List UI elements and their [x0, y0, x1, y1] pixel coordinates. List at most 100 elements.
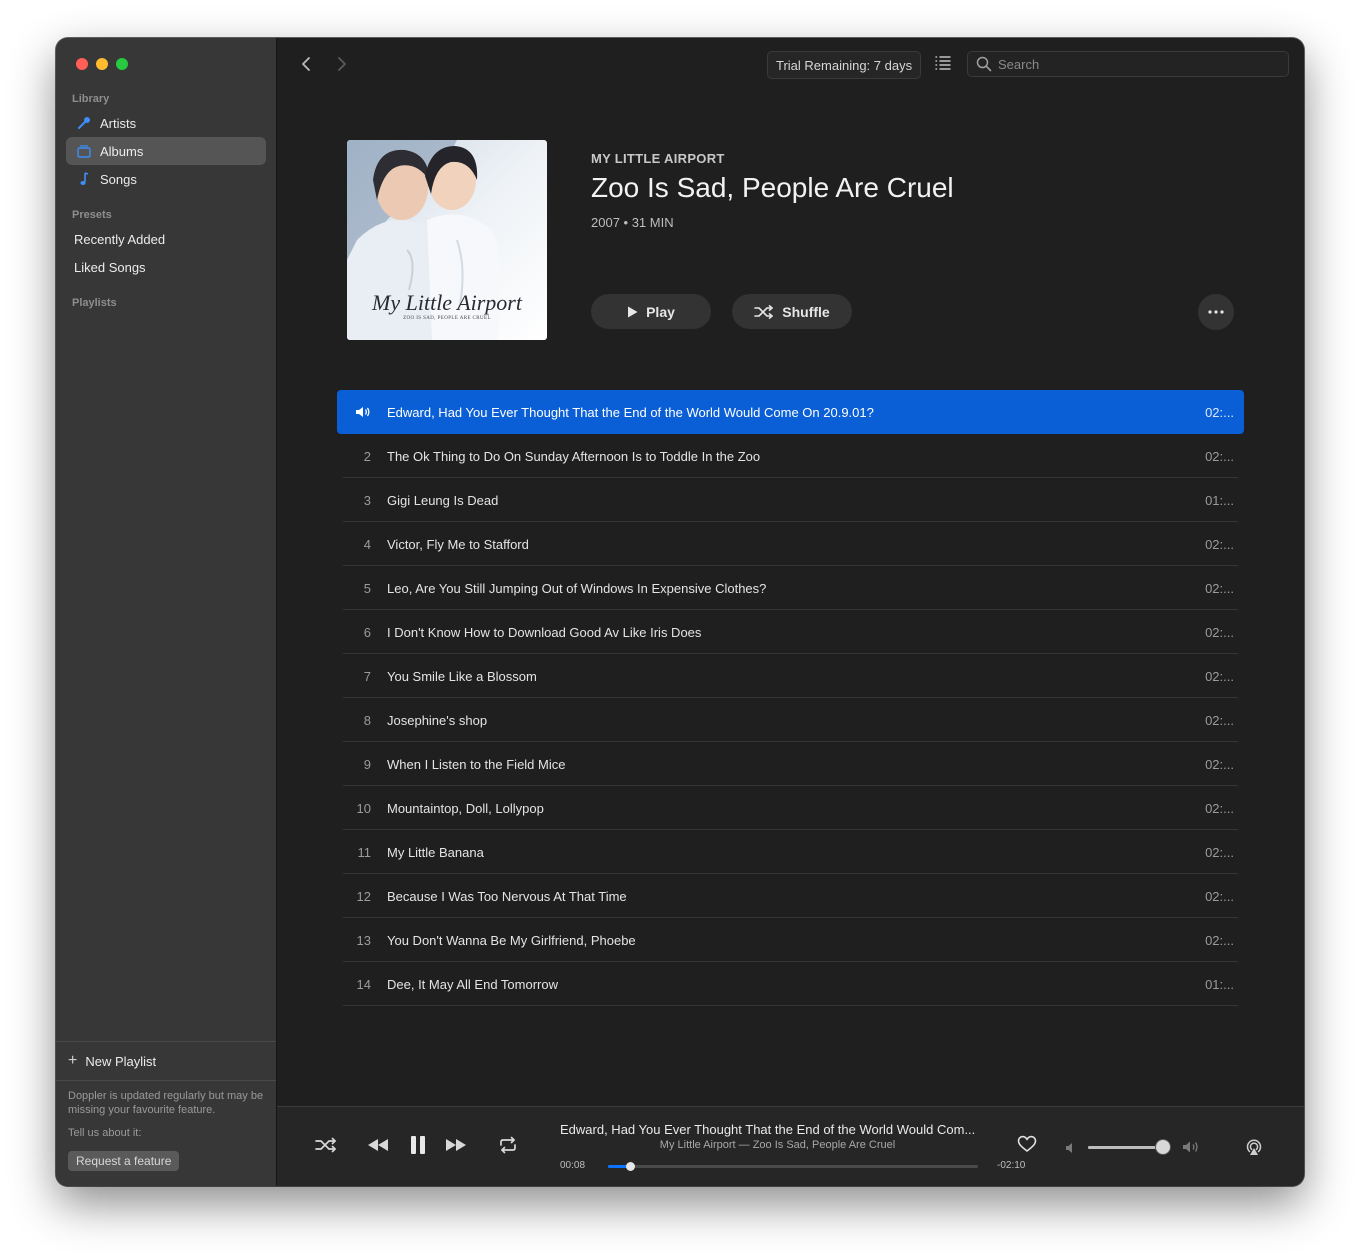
track-number: 5 [363, 580, 371, 596]
main-content: Trial Remaining: 7 days Search My Little… [277, 38, 1304, 1106]
forward-button[interactable] [331, 54, 351, 74]
volume-high-icon [1182, 1140, 1202, 1159]
track-row[interactable]: 14 Dee, It May All End Tomorrow 01:... [337, 962, 1244, 1006]
track-duration: 02:... [1205, 932, 1234, 948]
chevron-left-icon [302, 57, 310, 71]
zoom-window-button[interactable] [116, 58, 128, 70]
airplay-button[interactable] [1244, 1137, 1264, 1162]
volume-knob[interactable] [1156, 1140, 1171, 1154]
play-label: Play [646, 303, 675, 320]
pause-icon [411, 1136, 425, 1154]
back-button[interactable] [297, 54, 317, 74]
sidebar-item-label: Artists [100, 115, 137, 131]
track-row[interactable]: Edward, Had You Ever Thought That the En… [337, 390, 1244, 434]
track-row[interactable]: 2 The Ok Thing to Do On Sunday Afternoon … [337, 434, 1244, 478]
music-note-icon [76, 171, 92, 187]
volume-fill [1088, 1146, 1164, 1149]
now-playing-title[interactable]: Edward, Had You Ever Thought That the En… [560, 1122, 995, 1137]
app-window: Library Artists Albums Songs Presets Rec… [56, 38, 1304, 1186]
sidebar-item-liked-songs[interactable]: Liked Songs [66, 253, 266, 281]
progress-slider[interactable] [608, 1162, 978, 1171]
svg-text:ZOO IS SAD, PEOPLE ARE CRUEL: ZOO IS SAD, PEOPLE ARE CRUEL [403, 316, 491, 321]
search-placeholder: Search [998, 56, 1040, 72]
track-row[interactable]: 3 Gigi Leung Is Dead 01:... [337, 478, 1244, 522]
previous-track-button[interactable] [367, 1138, 389, 1157]
track-row[interactable]: 5 Leo, Are You Still Jumping Out of Windo… [337, 566, 1244, 610]
player-bar: Edward, Had You Ever Thought That the En… [277, 1106, 1304, 1186]
track-title: Dee, It May All End Tomorrow [387, 976, 558, 992]
volume-low-icon [1065, 1141, 1077, 1159]
chevron-right-icon [338, 57, 346, 71]
sidebar-item-albums[interactable]: Albums [66, 137, 266, 165]
progress-knob[interactable] [626, 1162, 636, 1171]
track-duration: 02:... [1205, 448, 1234, 464]
track-title: The Ok Thing to Do On Sunday Afternoon I… [387, 448, 761, 464]
track-title: My Little Banana [387, 844, 484, 860]
shuffle-toggle[interactable] [315, 1137, 337, 1158]
track-row[interactable]: 13 You Don't Wanna Be My Girlfriend, Phoe… [337, 918, 1244, 962]
album-artist-link[interactable]: MY LITTLE AIRPORT [591, 151, 725, 166]
pause-button[interactable] [410, 1135, 426, 1160]
presets-section-label: Presets [72, 209, 112, 221]
microphone-icon [76, 115, 92, 131]
track-number: 11 [357, 844, 372, 860]
track-duration: 02:... [1205, 712, 1234, 728]
search-field[interactable]: Search [967, 51, 1289, 77]
shuffle-icon [315, 1137, 336, 1153]
track-title: Victor, Fly Me to Stafford [387, 536, 529, 552]
track-duration: 02:... [1205, 404, 1234, 420]
track-duration: 02:... [1205, 536, 1234, 552]
volume-slider[interactable] [1088, 1140, 1171, 1154]
airplay-icon [1246, 1139, 1262, 1155]
sidebar-item-label: Albums [100, 143, 144, 159]
album-stack-icon [76, 143, 92, 159]
track-title: Because I Was Too Nervous At That Time [387, 888, 627, 904]
track-row[interactable]: 7 You Smile Like a Blossom 02:... [337, 654, 1244, 698]
queue-list-button[interactable] [934, 54, 952, 77]
tell-us-label: Tell us about it: [68, 1127, 142, 1139]
elapsed-time: 00:08 [560, 1160, 586, 1171]
sidebar-item-artists[interactable]: Artists [66, 109, 266, 137]
play-icon [628, 306, 638, 317]
track-duration: 02:... [1205, 844, 1234, 860]
new-playlist-label: New Playlist [85, 1053, 157, 1069]
track-row[interactable]: 9 When I Listen to the Field Mice 02:... [337, 742, 1244, 786]
trial-remaining-badge[interactable]: Trial Remaining: 7 days [767, 51, 922, 79]
now-playing-subtitle[interactable]: My Little Airport — Zoo Is Sad, People A… [560, 1139, 995, 1151]
album-cover[interactable]: My Little Airport ZOO IS SAD, PEOPLE ARE… [347, 140, 547, 340]
play-button[interactable]: Play [591, 294, 711, 329]
minimize-window-button[interactable] [96, 58, 108, 70]
more-options-button[interactable] [1198, 294, 1234, 330]
track-number: 10 [356, 800, 371, 816]
request-feature-button[interactable]: Request a feature [68, 1151, 180, 1171]
sidebar-item-songs[interactable]: Songs [66, 165, 266, 193]
ellipsis-icon [1208, 310, 1224, 314]
sidebar: Library Artists Albums Songs Presets Rec… [56, 38, 277, 1186]
track-duration: 02:... [1205, 668, 1234, 684]
track-row[interactable]: 10 Mountaintop, Doll, Lollypop 02:... [337, 786, 1244, 830]
new-playlist-button[interactable]: + New Playlist [56, 1041, 276, 1081]
update-note: Doppler is updated regularly but may be … [68, 1090, 264, 1116]
track-title: You Don't Wanna Be My Girlfriend, Phoebe [387, 932, 636, 948]
track-number: 4 [363, 536, 371, 552]
track-number: 8 [363, 712, 371, 728]
track-title: Mountaintop, Doll, Lollypop [387, 800, 544, 816]
like-button[interactable] [1017, 1135, 1037, 1158]
track-row[interactable]: 6 I Don't Know How to Download Good Av Li… [337, 610, 1244, 654]
now-playing-speaker-icon [337, 406, 371, 418]
sidebar-item-recently-added[interactable]: Recently Added [66, 225, 266, 253]
svg-text:My Little Airport: My Little Airport [371, 290, 523, 315]
track-row[interactable]: 4 Victor, Fly Me to Stafford 02:... [337, 522, 1244, 566]
shuffle-button[interactable]: Shuffle [732, 294, 852, 329]
track-row[interactable]: 8 Josephine's shop 02:... [337, 698, 1244, 742]
track-row[interactable]: 12 Because I Was Too Nervous At That Time… [337, 874, 1244, 918]
repeat-toggle[interactable] [498, 1136, 518, 1159]
close-window-button[interactable] [76, 58, 88, 70]
track-duration: 02:... [1205, 624, 1234, 640]
next-track-button[interactable] [445, 1138, 467, 1157]
track-row[interactable]: 11 My Little Banana 02:... [337, 830, 1244, 874]
repeat-icon [500, 1136, 516, 1154]
track-duration: 02:... [1205, 888, 1234, 904]
track-duration: 02:... [1205, 756, 1234, 772]
fast-forward-icon [446, 1139, 466, 1151]
